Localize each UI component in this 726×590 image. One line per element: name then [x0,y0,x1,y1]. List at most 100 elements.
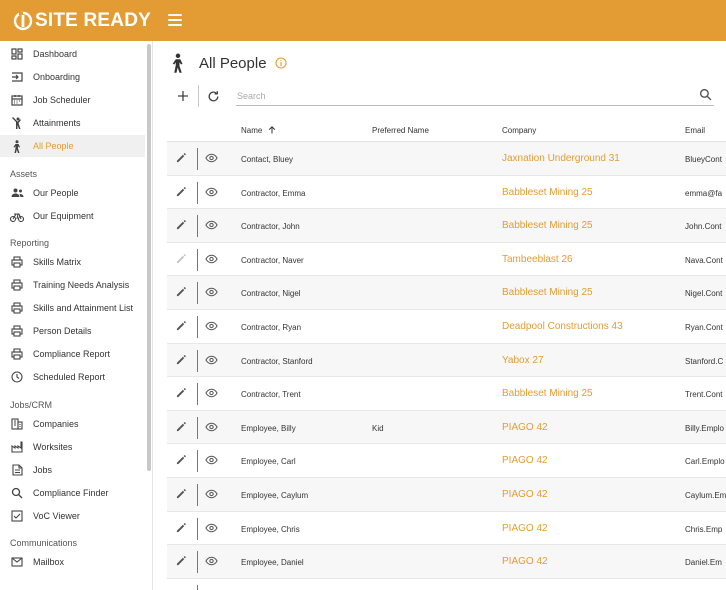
table-row[interactable]: Contractor, Stanford Yabox 27 Stanford.C [167,343,726,378]
sidebar-item-voc-viewer[interactable]: VoC Viewer [0,505,145,527]
search-icon [10,486,24,500]
edit-icon[interactable] [176,454,187,467]
view-icon[interactable] [205,455,218,467]
sidebar-item-compliance-report[interactable]: Compliance Report [0,343,145,365]
printer-icon [10,301,24,315]
sidebar-item-mailbox[interactable]: Mailbox [0,551,145,573]
cell-company-link[interactable]: Jaxnation Underground 31 [502,153,620,164]
sidebar-item-skills-matrix[interactable]: Skills Matrix [0,251,145,273]
view-icon[interactable] [205,153,218,165]
cell-company-link[interactable]: PIAGO 42 [502,556,548,567]
view-icon[interactable] [205,220,218,232]
view-icon[interactable] [205,254,218,266]
view-icon[interactable] [205,187,218,199]
cell-company-link[interactable]: Tambeeblast 26 [502,254,573,265]
cell-company-link[interactable]: Yabox 27 [502,355,544,366]
view-icon[interactable] [205,388,218,400]
cell-company-link[interactable]: Babbleset Mining 25 [502,220,593,231]
table-row[interactable]: Contractor, Ryan Deadpool Constructions 4… [167,310,726,344]
refresh-icon [208,90,218,101]
sidebar-item-person-details[interactable]: Person Details [0,320,145,342]
view-icon[interactable] [205,523,218,535]
table-row[interactable]: Employee, Carl PIAGO 42 Carl.Emplo [167,444,726,478]
cell-company-link[interactable]: Deadpool Constructions 43 [502,321,623,332]
info-icon[interactable] [274,57,287,69]
table-row[interactable]: Contractor, Emma Babbleset Mining 25 emma@… [167,176,726,210]
menu-toggle-button[interactable] [168,14,182,26]
column-header-name[interactable]: Name [241,126,276,135]
cell-company-link[interactable]: PIAGO 42 [502,489,548,500]
table-row[interactable]: Employee, Chris PIAGO 42 Chris.Emp [167,512,726,546]
edit-icon[interactable] [176,152,187,165]
table-row[interactable]: Contractor, John Babbleset Mining 25 John.… [167,209,726,243]
sidebar-item-onboarding[interactable]: Onboarding [0,66,145,88]
cell-company-link[interactable]: Babbleset Mining 25 [502,388,593,399]
view-icon[interactable] [205,556,218,568]
sidebar-item-dashboard[interactable]: Dashboard [0,43,145,65]
table-row[interactable]: Contact, Bluey Jaxnation Underground 31 Bl… [167,142,726,176]
document-icon [10,463,24,477]
search-icon[interactable] [699,88,712,101]
edit-icon[interactable] [176,421,187,434]
view-icon[interactable] [205,287,218,299]
edit-icon[interactable] [176,219,187,232]
sidebar-item-attainments[interactable]: Attainments [0,112,145,134]
edit-icon[interactable] [176,488,187,501]
sidebar-item-compliance-finder[interactable]: Compliance Finder [0,482,145,504]
sidebar-item-scheduled-report[interactable]: Scheduled Report [0,366,145,388]
sidebar-scrollbar[interactable] [147,44,151,471]
edit-icon[interactable] [176,522,187,535]
sidebar-item-our-people[interactable]: Our People [0,182,145,204]
sidebar-item-job-scheduler[interactable]: Job Scheduler [0,89,145,111]
sidebar-item-skills-and-attainment-list[interactable]: Skills and Attainment List [0,297,145,319]
sidebar-item-our-equipment[interactable]: Our Equipment [0,205,145,227]
view-icon[interactable] [205,355,218,367]
sidebar-item-training-needs-analysis[interactable]: Training Needs Analysis [0,274,145,296]
table-row[interactable]: Employee, Billy Kid PIAGO 42 Billy.Emplo [167,410,726,445]
column-header-company[interactable]: Company [502,126,536,135]
column-header-email[interactable]: Email [685,126,705,135]
view-icon[interactable] [205,321,218,333]
edit-icon[interactable] [176,186,187,199]
printer-icon [10,255,24,269]
sidebar-item-all-people[interactable]: All People [0,135,145,157]
checkbox-icon [10,509,24,523]
cell-company-link[interactable]: PIAGO 42 [502,523,548,534]
site-ready-logo[interactable]: SITE READY [13,10,151,32]
person-walking-icon [10,139,24,153]
cell-name: Contractor, John [241,222,300,232]
edit-icon[interactable] [176,286,187,299]
refresh-button[interactable] [204,87,222,105]
edit-icon[interactable] [176,320,187,333]
edit-icon[interactable] [176,387,187,400]
cell-company-link[interactable]: PIAGO 42 [502,422,548,433]
brand-name: SITE READY [35,9,152,31]
cell-email: Stanford.C [685,356,724,366]
edit-icon[interactable] [176,354,187,367]
view-icon[interactable] [205,422,218,434]
table-row[interactable] [167,579,726,590]
sidebar-item-label: Scheduled Report [33,372,106,382]
table-row[interactable]: Contractor, Nigel Babbleset Mining 25 Nige… [167,276,726,310]
table-row[interactable]: Employee, Daniel PIAGO 42 Daniel.Em [167,545,726,579]
sidebar-item-jobs[interactable]: Jobs [0,459,145,481]
sidebar-item-companies[interactable]: Companies [0,413,145,435]
top-app-bar: SITE READY [0,0,726,41]
view-icon[interactable] [205,489,218,501]
table-header: Name Preferred Name Company Email [167,117,726,142]
printer-icon [10,324,24,338]
edit-icon[interactable] [176,555,187,568]
cell-company-link[interactable]: PIAGO 42 [502,455,548,466]
column-header-preferred-name[interactable]: Preferred Name [372,126,429,135]
cell-name: Employee, Billy [241,423,296,433]
add-button[interactable] [174,87,192,105]
sidebar-item-label: Our Equipment [33,211,94,221]
table-row[interactable]: Contractor, Naver Tambeeblast 26 Nava.Cont [167,243,726,277]
table-row[interactable]: Contractor, Trent Babbleset Mining 25 Tren… [167,377,726,411]
sidebar-item-label: Mailbox [33,557,65,567]
cell-company-link[interactable]: Babbleset Mining 25 [502,187,593,198]
cell-company-link[interactable]: Babbleset Mining 25 [502,287,593,298]
search-input[interactable] [236,87,686,105]
sidebar-item-worksites[interactable]: Worksites [0,436,145,458]
table-row[interactable]: Employee, Caylum PIAGO 42 Caylum.Em [167,477,726,512]
